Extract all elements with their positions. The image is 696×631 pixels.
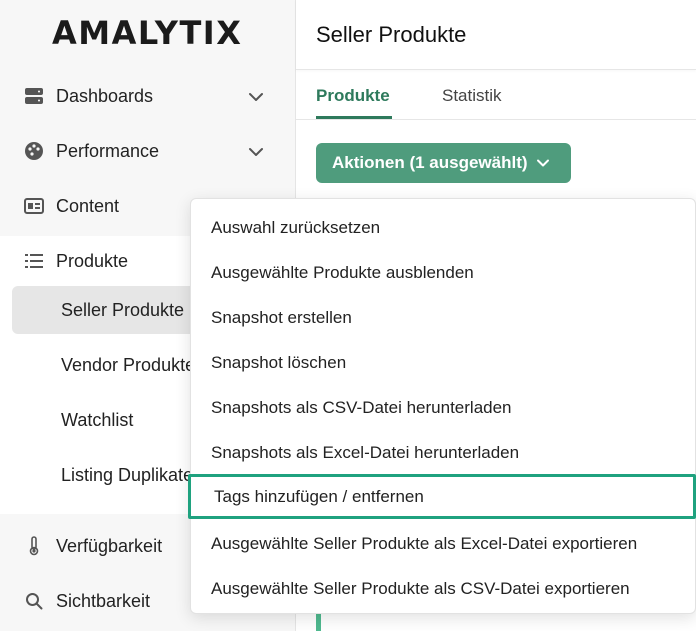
sidebar-item-label: Sichtbarkeit [56,590,151,611]
menu-item-download-snapshots-excel[interactable]: Snapshots als Excel-Datei herunterladen [191,430,696,475]
sidebar-item-label: Produkte [56,250,129,271]
active-tab-indicator [316,116,392,119]
list-icon [24,251,44,271]
menu-item-create-snapshot[interactable]: Snapshot erstellen [191,295,696,340]
actions-dropdown-menu: Auswahl zurücksetzen Ausgewählte Produkt… [188,198,696,614]
search-icon [24,591,44,611]
sidebar-item-label: Verfügbarkeit [56,535,163,556]
menu-item-label: Tags hinzufügen / entfernen [214,486,424,506]
menu-item-download-snapshots-csv[interactable]: Snapshots als CSV-Datei herunterladen [191,385,696,430]
menu-item-label: Snapshots als Excel-Datei herunterladen [211,442,520,462]
menu-item-label: Auswahl zurücksetzen [211,217,381,237]
id-card-icon [24,196,44,216]
chevron-down-icon [247,88,265,106]
menu-item-label: Ausgewählte Seller Produkte als Excel-Da… [211,533,638,553]
sidebar-subitem-label: Seller Produkte [61,299,185,320]
menu-item-hide-products[interactable]: Ausgewählte Produkte ausblenden [191,250,696,295]
chevron-down-icon [536,159,549,167]
sidebar-subitem-label: Watchlist [61,409,134,430]
sidebar-item-performance[interactable]: Performance [0,129,296,173]
page-header: Seller Produkte [296,0,696,70]
menu-item-export-excel[interactable]: Ausgewählte Seller Produkte als Excel-Da… [191,521,696,566]
actions-button-label: Aktionen (1 ausgewählt) [332,153,528,172]
chevron-down-icon [247,143,265,161]
menu-item-label: Snapshot erstellen [211,307,352,327]
menu-item-reset-selection[interactable]: Auswahl zurücksetzen [191,205,696,250]
menu-item-label: Snapshots als CSV-Datei herunterladen [211,397,512,417]
sidebar-item-label: Dashboards [56,85,154,106]
server-icon [24,86,44,106]
actions-dropdown-button[interactable]: Aktionen (1 ausgewählt) [316,143,571,183]
tab-statistik[interactable]: Statistik [442,86,502,106]
tab-produkte[interactable]: Produkte [316,86,390,106]
menu-item-label: Ausgewählte Produkte ausblenden [211,262,474,282]
menu-item-export-csv[interactable]: Ausgewählte Seller Produkte als CSV-Date… [191,566,696,611]
sidebar-item-dashboards[interactable]: Dashboards [0,74,296,118]
menu-item-label: Ausgewählte Seller Produkte als CSV-Date… [211,578,630,598]
sidebar-subitem-label: Vendor Produkte [61,354,196,375]
sidebar-item-label: Content [56,195,120,216]
thermometer-icon [24,536,44,556]
menu-item-tags[interactable]: Tags hinzufügen / entfernen [188,474,696,519]
palette-icon [24,141,44,161]
menu-item-delete-snapshot[interactable]: Snapshot löschen [191,340,696,385]
sidebar-subitem-label: Listing Duplikate [61,464,194,485]
page-title: Seller Produkte [316,22,467,47]
brand-logo[interactable]: AMALYTIX [52,14,242,52]
tab-bar: Produkte Statistik [296,70,696,120]
menu-item-label: Snapshot löschen [211,352,347,372]
sidebar-item-label: Performance [56,140,160,161]
